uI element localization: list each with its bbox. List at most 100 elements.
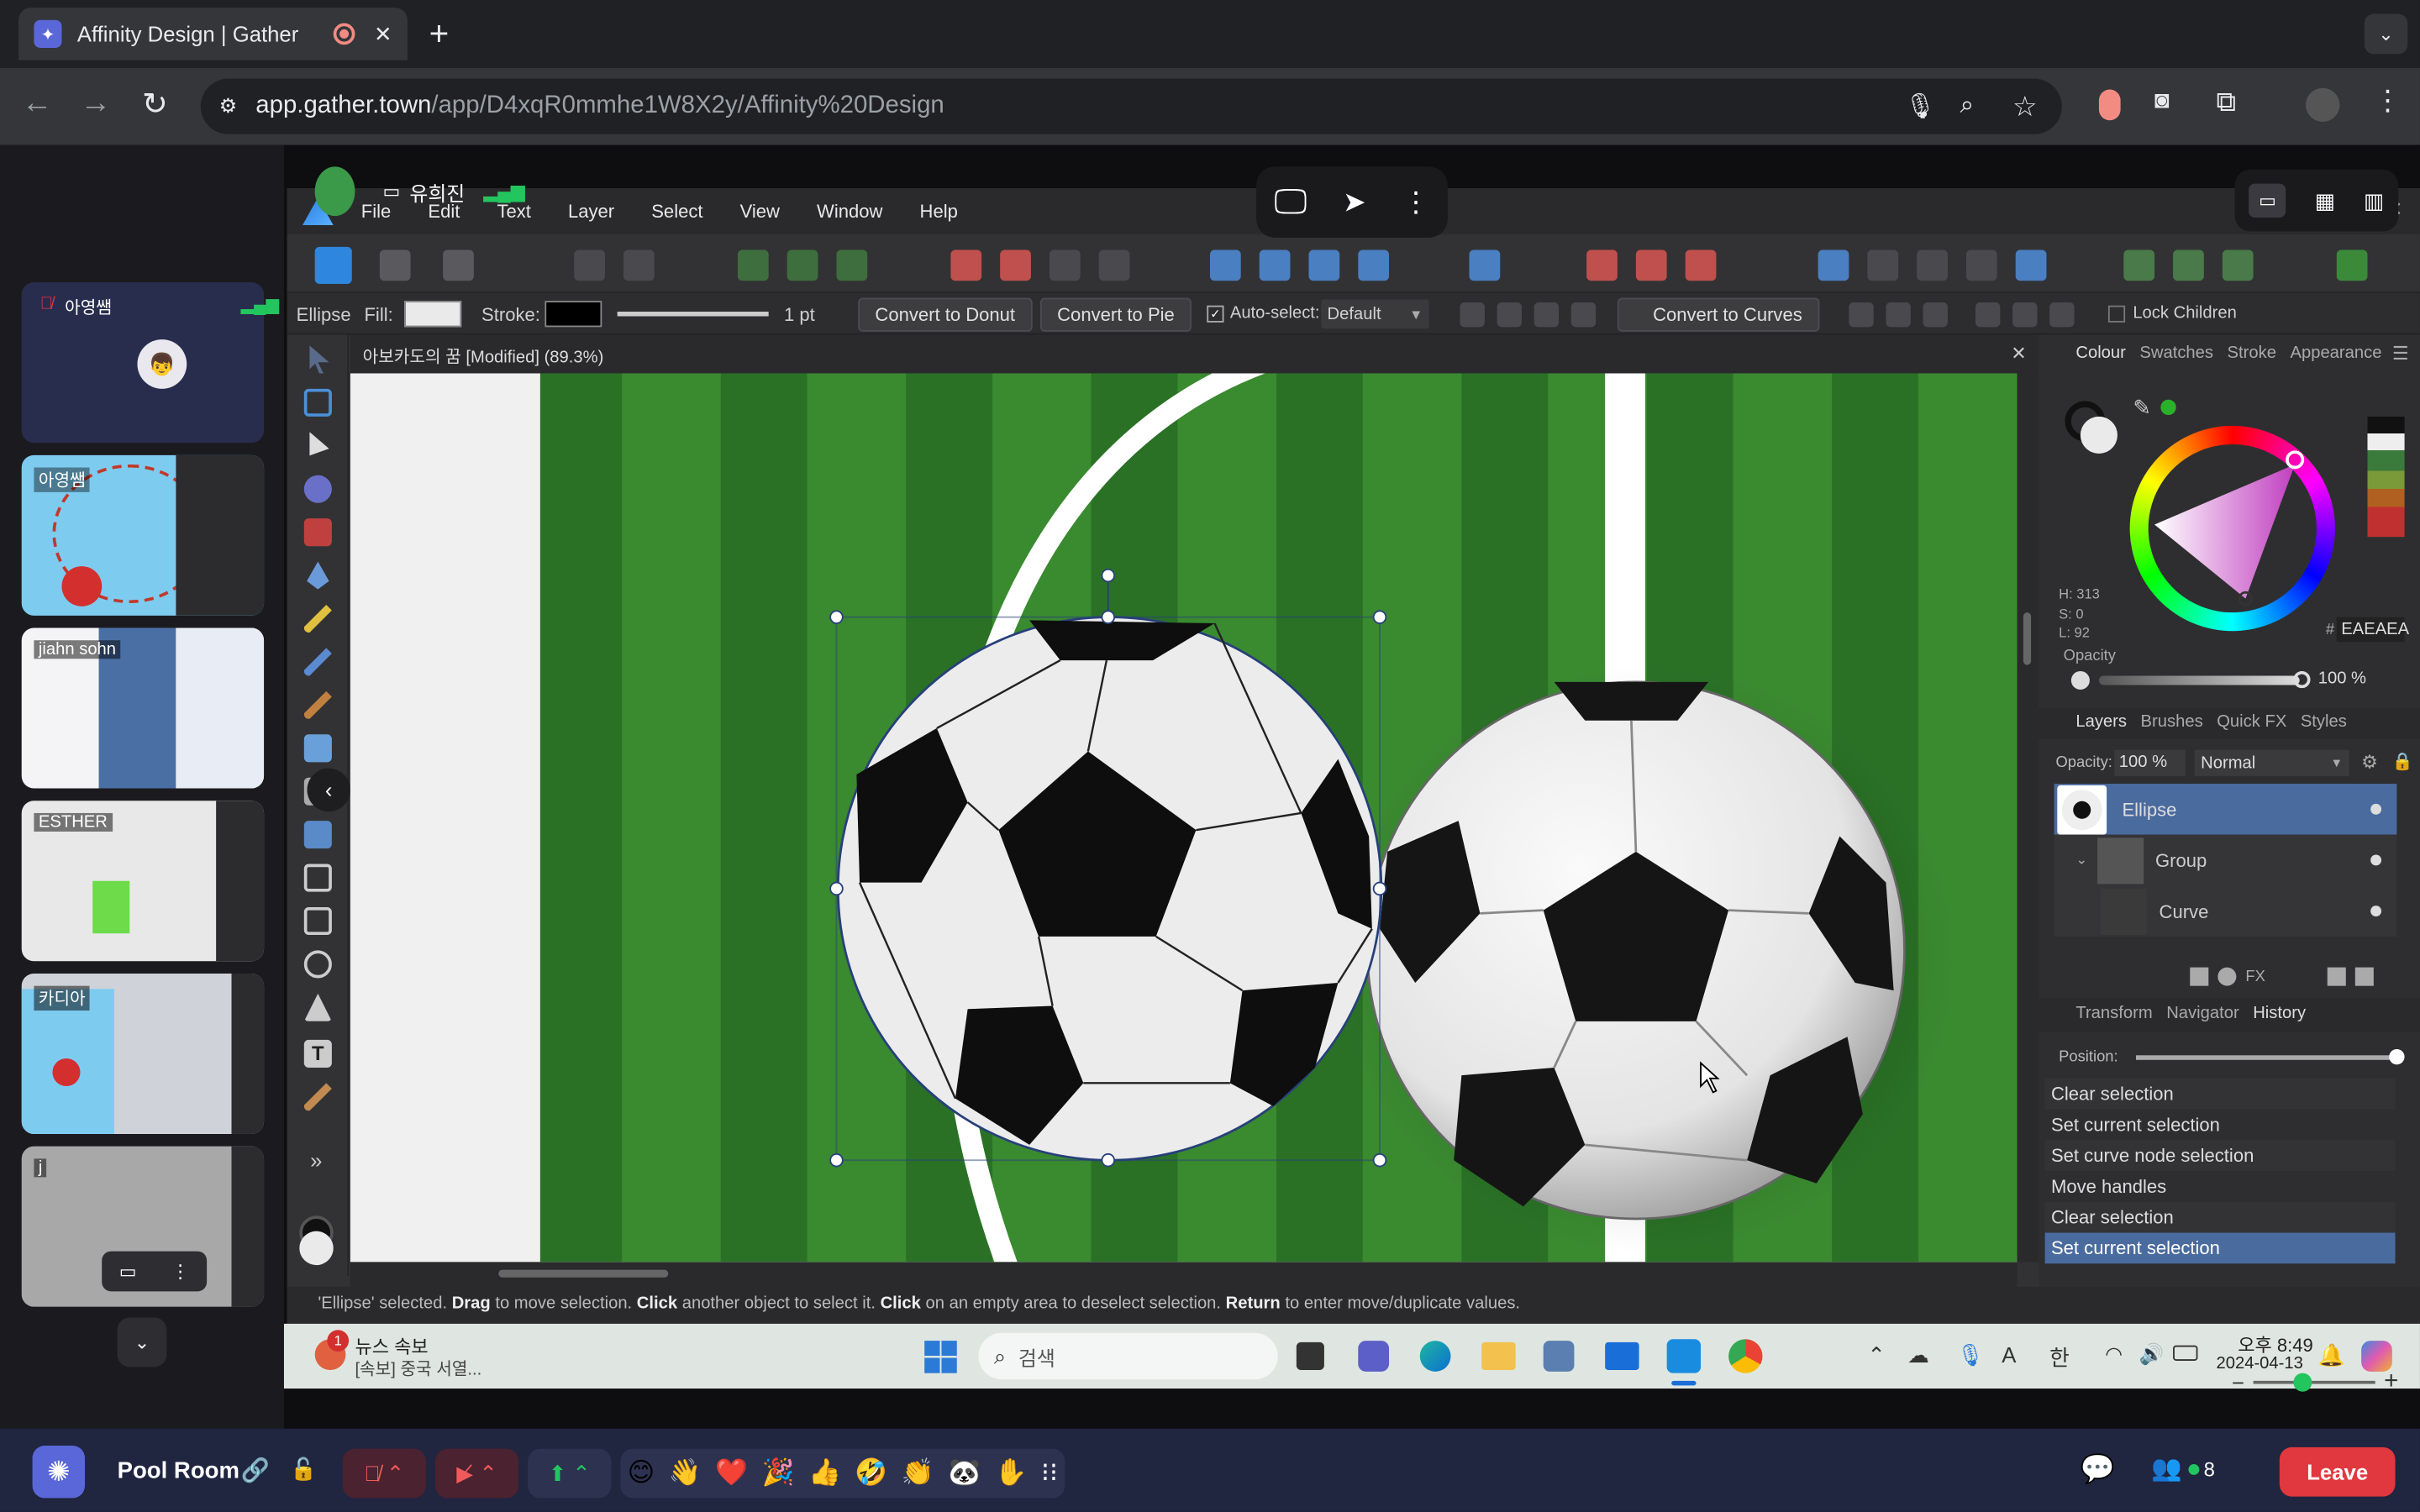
layer-settings-icon[interactable]: ⚙ [2361,751,2378,773]
snap-bounds-icon[interactable] [786,249,818,281]
tab-appearance[interactable]: Appearance [2290,344,2381,363]
history-item[interactable]: Clear selection [2044,1201,2396,1233]
document-setup-icon[interactable] [574,249,605,281]
auto-select-checkbox[interactable]: ✓ [1207,305,1224,323]
profile-avatar[interactable] [2306,87,2340,123]
boolean-divide-icon[interactable] [2015,249,2047,281]
tab-stroke[interactable]: Stroke [2228,344,2276,363]
tab-styles[interactable]: Styles [2301,713,2347,732]
align-bottom-icon[interactable] [2049,302,2075,328]
boolean-add-icon[interactable] [1818,249,1849,281]
participant-tile[interactable]: ESTHER [21,801,265,962]
microphone-icon[interactable]: 🎙 [1904,91,1935,122]
emoji-party-icon[interactable]: 🎉 [762,1458,795,1489]
tab-search-chevron-icon[interactable]: ⌄ [2364,13,2408,55]
emoji-thumbs-up-icon[interactable]: 👍 [808,1458,841,1489]
map-view-icon[interactable]: ▥ [2364,187,2384,213]
browser-menu-icon[interactable]: ⋮ [2374,85,2402,118]
tab-navigator[interactable]: Navigator [2166,1005,2238,1023]
recent-swatches[interactable] [2367,416,2405,538]
link-icon[interactable]: 🔗 [241,1457,270,1484]
lock-icon[interactable]: 🔒 [2392,751,2413,771]
arrange-front-icon[interactable] [1049,249,1081,281]
history-slider-knob[interactable] [2389,1048,2405,1065]
leave-button[interactable]: Leave [2279,1446,2396,1497]
distribute-icon[interactable] [1570,302,1597,328]
reload-icon[interactable]: ↻ [142,85,168,123]
geometry-icon[interactable] [1635,249,1667,281]
assistant-icon[interactable] [2336,249,2368,281]
task-view-icon[interactable] [1296,1341,1324,1370]
emoji-clap-icon[interactable]: 👏 [902,1458,934,1489]
align-to-selection-icon[interactable] [1497,302,1522,328]
insert-target-icon[interactable] [2123,249,2155,281]
extension-icon[interactable] [2098,89,2121,121]
text-tool-icon[interactable]: T [303,1039,332,1068]
ellipse-tool-icon[interactable] [303,950,332,979]
place-image-icon[interactable] [303,821,332,849]
layer-row[interactable]: ⌄ Group [2054,834,2397,886]
participant-tile[interactable]: jiahn sohn [21,627,265,789]
clock-time[interactable]: 오후 8:49 [2238,1331,2313,1357]
emoji-laugh-icon[interactable]: 🤣 [855,1458,887,1489]
adjustment-icon[interactable] [2217,967,2237,986]
emoji-wave-icon[interactable]: 👋 [669,1458,702,1489]
taskbar-search[interactable]: ⌕ 검색 [978,1332,1278,1380]
point-transform-icon[interactable] [303,518,332,547]
edge-icon[interactable] [1419,1341,1451,1372]
screen-view-icon[interactable]: ▭ [2249,183,2286,218]
fill-tool-icon[interactable] [303,734,332,763]
blend-mode-dropdown[interactable]: Normal ▼ [2194,749,2349,776]
fit-icon[interactable] [1534,302,1560,328]
arrange-forward-icon[interactable] [1000,249,1031,281]
history-position-slider[interactable] [2135,1055,2399,1060]
align-icon[interactable] [1469,249,1501,281]
boolean-subtract-icon[interactable] [1867,249,1899,281]
flip-horizontal-icon[interactable] [1209,249,1241,281]
forward-icon[interactable]: → [81,87,112,122]
tab-swatches[interactable]: Swatches [2139,344,2213,363]
menu-layer[interactable]: Layer [568,201,614,223]
teams-icon[interactable] [1358,1341,1390,1372]
history-item[interactable]: Clear selection [2044,1078,2396,1110]
participant-tile[interactable]: 카디아 [21,973,265,1134]
opacity-toggle[interactable] [2070,670,2090,690]
designer-persona-icon[interactable] [314,246,352,284]
gather-home-icon[interactable]: ✺ [32,1445,86,1499]
layer-row[interactable]: Curve [2054,885,2397,937]
fill-color-well[interactable] [299,1231,334,1266]
snap-icon[interactable] [737,249,769,281]
tab-layers[interactable]: Layers [2075,713,2127,732]
expand-chevron-icon[interactable]: ⌄ [2075,852,2087,869]
lock-children-checkbox[interactable] [2107,305,2126,323]
more-tools-icon[interactable]: » [310,1148,322,1173]
tab-brushes[interactable]: Brushes [2141,713,2203,732]
hex-input[interactable]: EAEAEA [2336,617,2409,643]
fill-well[interactable] [2080,416,2118,454]
arrange-back-icon[interactable] [950,249,982,281]
zoom-icon[interactable]: ⌕ [1960,92,1974,120]
opacity-slider-knob[interactable] [2293,670,2311,689]
vertical-scrollbar[interactable] [2017,373,2039,1263]
more-icon[interactable]: ⋮ [171,1261,190,1283]
layer-row[interactable]: Ellipse [2054,784,2397,835]
align-left-icon[interactable] [1849,302,1874,328]
expand-participants-icon[interactable]: ⌄ [117,1317,167,1368]
back-icon[interactable]: ← [22,87,53,122]
more-reactions-icon[interactable]: ⁝⁝ [1041,1458,1058,1489]
zoom-in-icon[interactable]: + [2384,1368,2398,1396]
pointer-icon[interactable]: ➤ [1343,186,1366,218]
site-info-icon[interactable]: ⚙ [219,94,237,118]
boolean-xor-icon[interactable] [1965,249,1997,281]
stroke-width-slider[interactable] [617,312,769,317]
zoom-control[interactable]: − + [2232,1364,2398,1401]
preferences-icon[interactable] [623,249,655,281]
more-options-icon[interactable]: ⋮ [1402,186,1429,218]
rotate-right-icon[interactable] [1358,249,1390,281]
convert-to-pie-button[interactable]: Convert to Pie [1039,297,1192,332]
emoji-panda-icon[interactable]: 🐼 [948,1458,981,1489]
tab-quick-fx[interactable]: Quick FX [2217,713,2286,732]
opacity-value[interactable]: 100 % [2318,669,2366,688]
settings-app-icon[interactable] [1543,1341,1575,1372]
wifi-icon[interactable]: ◠ [2105,1342,2123,1367]
